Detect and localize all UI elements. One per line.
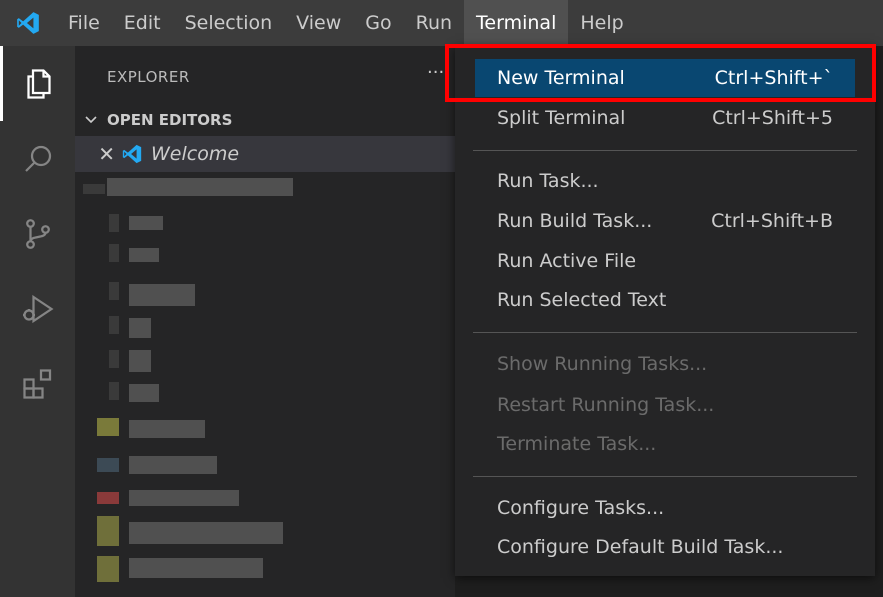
menu-item-show-running-tasks: Show Running Tasks... <box>497 353 708 375</box>
menu-item-configure-tasks[interactable]: Configure Tasks... <box>475 489 855 527</box>
menu-item-run-build-task[interactable]: Run Build Task... Ctrl+Shift+B <box>475 202 855 240</box>
menu-bar: File Edit Selection View Go Run Terminal… <box>0 0 883 46</box>
menu-item-split-terminal[interactable]: Split Terminal Ctrl+Shift+5 <box>475 99 855 137</box>
menu-file[interactable]: File <box>56 0 112 46</box>
menu-edit[interactable]: Edit <box>112 0 173 46</box>
search-icon[interactable] <box>0 121 75 196</box>
menu-selection[interactable]: Selection <box>173 0 285 46</box>
menu-item-run-active-file[interactable]: Run Active File <box>475 242 855 280</box>
terminal-menu-dropdown: New Terminal Ctrl+Shift+` Split Terminal… <box>455 46 875 576</box>
menu-item-restart-running-task: Restart Running Task... <box>497 394 715 416</box>
menu-help[interactable]: Help <box>568 0 635 46</box>
menu-go[interactable]: Go <box>353 0 403 46</box>
menu-run[interactable]: Run <box>404 0 464 46</box>
explorer-icon[interactable] <box>0 46 75 121</box>
source-control-icon[interactable] <box>0 196 75 271</box>
menu-separator <box>473 332 857 333</box>
chevron-down-icon <box>75 113 107 127</box>
open-editors-section[interactable]: OPEN EDITORS <box>75 106 455 134</box>
close-icon[interactable]: ✕ <box>75 142 119 166</box>
sidebar-title: EXPLORER <box>107 68 190 86</box>
highlight-box <box>445 44 876 102</box>
run-debug-icon[interactable] <box>0 271 75 346</box>
menu-item-terminate-task: Terminate Task... <box>497 433 657 455</box>
extensions-icon[interactable] <box>0 346 75 421</box>
menu-separator <box>473 150 857 151</box>
menu-separator <box>473 476 857 477</box>
vscode-logo-icon <box>0 0 56 46</box>
more-actions-icon[interactable]: ··· <box>427 62 444 83</box>
vscode-file-icon <box>121 143 143 165</box>
open-editor-item[interactable]: ✕ Welcome <box>75 136 455 172</box>
open-editors-label: OPEN EDITORS <box>107 111 233 129</box>
explorer-sidebar: EXPLORER ··· OPEN EDITORS ✕ Welcome <box>75 46 455 597</box>
menu-item-run-task[interactable]: Run Task... <box>475 162 855 200</box>
menu-item-run-selected-text[interactable]: Run Selected Text <box>475 281 855 319</box>
open-editor-name: Welcome <box>151 143 240 165</box>
menu-terminal[interactable]: Terminal <box>464 0 569 46</box>
menu-view[interactable]: View <box>284 0 353 46</box>
menu-item-configure-default-build-task[interactable]: Configure Default Build Task... <box>475 528 855 566</box>
activity-bar <box>0 46 75 597</box>
